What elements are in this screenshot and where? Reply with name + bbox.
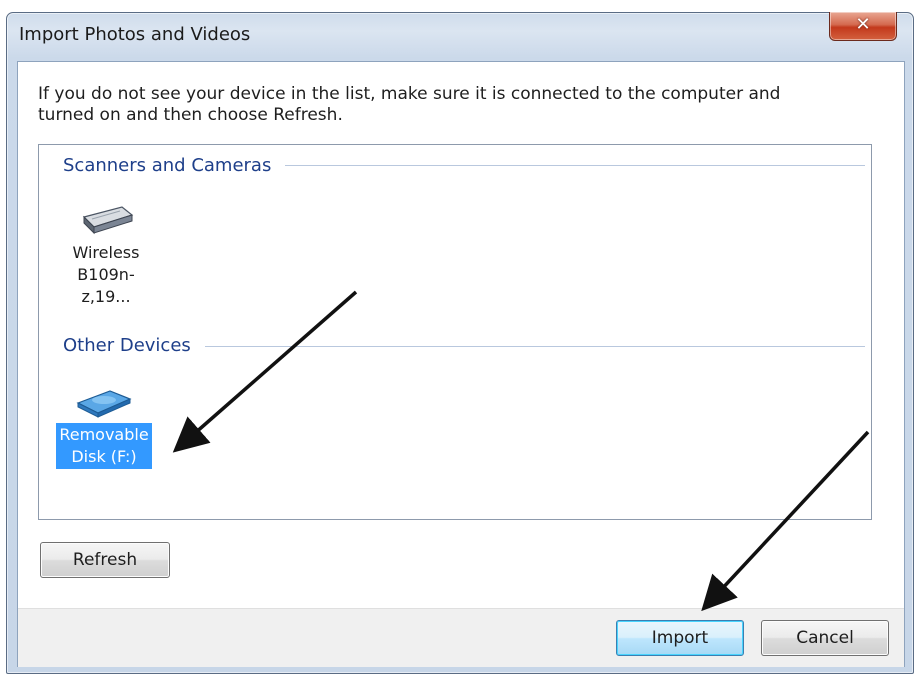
cancel-button[interactable]: Cancel xyxy=(761,620,889,656)
group-header-other-devices: Other Devices xyxy=(63,335,191,356)
group-divider xyxy=(205,346,865,347)
dialog-content: If you do not see your device in the lis… xyxy=(17,61,905,667)
close-icon: ✕ xyxy=(855,14,871,35)
close-button[interactable]: ✕ xyxy=(829,12,897,41)
group-header-scanners: Scanners and Cameras xyxy=(63,155,272,176)
removable-disk-icon xyxy=(76,390,132,418)
scanner-icon xyxy=(82,206,134,235)
device-wireless-scanner[interactable]: Wireless B109n-z,19... xyxy=(51,203,161,309)
import-button[interactable]: Import xyxy=(616,620,744,656)
window-title: Import Photos and Videos xyxy=(19,24,251,45)
instruction-text: If you do not see your device in the lis… xyxy=(38,84,781,125)
refresh-button[interactable]: Refresh xyxy=(40,542,170,578)
device-label: Wireless B109n-z,19... xyxy=(72,243,140,306)
device-removable-disk[interactable]: Removable Disk (F:) xyxy=(49,385,159,469)
group-divider xyxy=(285,165,865,166)
import-dialog: Import Photos and Videos ✕ If you do not… xyxy=(6,12,914,674)
device-label: Removable Disk (F:) xyxy=(56,423,152,469)
device-list[interactable]: Scanners and Cameras Wireless B109n-z,19.… xyxy=(38,144,872,520)
dialog-footer: Import Cancel xyxy=(18,608,904,667)
